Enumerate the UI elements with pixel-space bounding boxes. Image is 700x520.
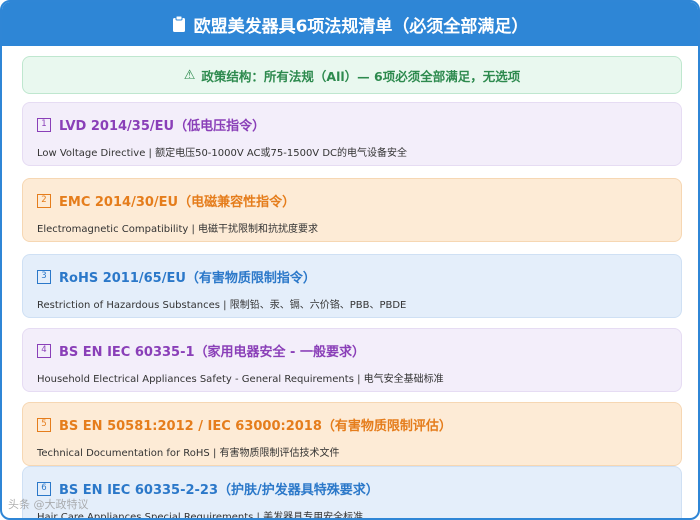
policy-structure-banner: ⚠ 政策结构：所有法规（All）— 6项必须全部满足，无选项	[22, 56, 682, 94]
regulation-description: Restriction of Hazardous Substances | 限制…	[37, 300, 407, 311]
number-5-icon: 5	[37, 417, 51, 432]
regulation-item-3: 3 RoHS 2011/65/EU（有害物质限制指令） Restriction …	[22, 254, 682, 318]
regulation-item-4: 4 BS EN IEC 60335-1（家用电器安全 - 一般要求） House…	[22, 328, 682, 392]
regulation-description: Hair Care Appliances Special Requirement…	[37, 512, 364, 520]
header-bar: 欧盟美发器具6项法规清单（必须全部满足）	[2, 2, 698, 46]
regulation-item-1: 1 LVD 2014/35/EU（低电压指令） Low Voltage Dire…	[22, 102, 682, 166]
policy-text: 政策结构：所有法规（All）— 6项必须全部满足，无选项	[201, 68, 521, 84]
regulation-item-title: 5 BS EN 50581:2012 / IEC 63000:2018（有害物质…	[37, 415, 667, 434]
regulation-item-title: 3 RoHS 2011/65/EU（有害物质限制指令）	[37, 267, 667, 286]
regulation-item-2: 2 EMC 2014/30/EU（电磁兼容性指令） Electromagneti…	[22, 178, 682, 242]
regulation-item-6: 6 BS EN IEC 60335-2-23（护肤/护发器具特殊要求） Hair…	[22, 466, 682, 520]
watermark: 头条 @大政特议	[8, 498, 89, 511]
header-title: 欧盟美发器具6项法规清单（必须全部满足）	[193, 16, 529, 37]
regulation-description: Technical Documentation for RoHS | 有害物质限…	[37, 448, 340, 459]
regulation-title-text: LVD 2014/35/EU（低电压指令）	[59, 119, 266, 134]
regulation-description: Electromagnetic Compatibility | 电磁干扰限制和抗…	[37, 224, 319, 235]
regulation-title-text: EMC 2014/30/EU（电磁兼容性指令）	[59, 195, 296, 210]
number-2-icon: 2	[37, 193, 51, 208]
regulation-title-text: BS EN 50581:2012 / IEC 63000:2018（有害物质限制…	[59, 419, 452, 434]
warning-icon: ⚠	[183, 67, 196, 83]
regulation-title-text: RoHS 2011/65/EU（有害物质限制指令）	[59, 271, 316, 286]
regulation-description: Household Electrical Appliances Safety -…	[37, 374, 444, 385]
regulation-item-5: 5 BS EN 50581:2012 / IEC 63000:2018（有害物质…	[22, 402, 682, 466]
regulation-item-title: 6 BS EN IEC 60335-2-23（护肤/护发器具特殊要求）	[37, 479, 667, 498]
clipboard-icon	[172, 15, 186, 33]
regulation-title-text: BS EN IEC 60335-2-23（护肤/护发器具特殊要求）	[59, 483, 379, 498]
number-4-icon: 4	[37, 343, 51, 358]
regulation-item-title: 2 EMC 2014/30/EU（电磁兼容性指令）	[37, 191, 667, 210]
number-3-icon: 3	[37, 269, 51, 284]
regulation-description: Low Voltage Directive | 额定电压50-1000V AC或…	[37, 148, 408, 159]
regulation-list-panel: 欧盟美发器具6项法规清单（必须全部满足） ⚠ 政策结构：所有法规（All）— 6…	[0, 0, 700, 520]
number-1-icon: 1	[37, 117, 51, 132]
regulation-item-title: 1 LVD 2014/35/EU（低电压指令）	[37, 115, 667, 134]
number-6-icon: 6	[37, 481, 51, 496]
regulation-item-title: 4 BS EN IEC 60335-1（家用电器安全 - 一般要求）	[37, 341, 667, 360]
regulation-title-text: BS EN IEC 60335-1（家用电器安全 - 一般要求）	[59, 345, 365, 360]
